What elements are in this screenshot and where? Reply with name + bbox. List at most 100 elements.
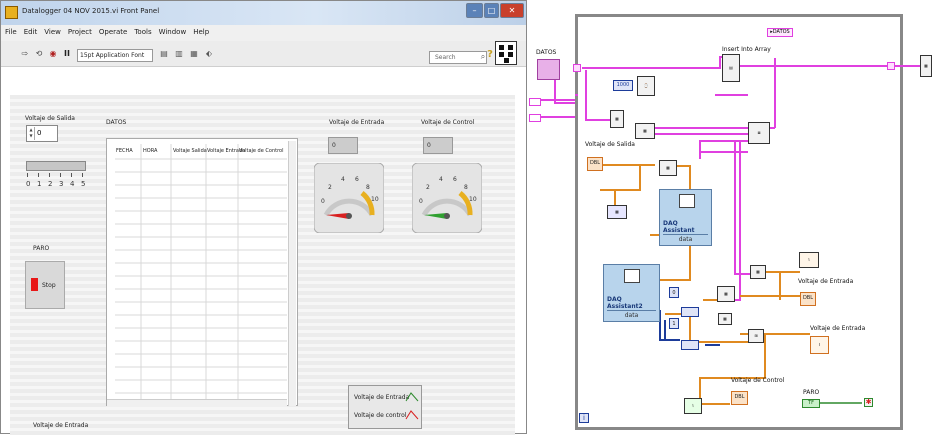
reorder-icon[interactable]: ⬖ — [203, 48, 215, 62]
resize-objects-icon[interactable]: ▦ — [188, 48, 200, 62]
voltaje-entrada-label: Voltaje de Entrada — [329, 119, 385, 126]
table-horizontal-scrollbar[interactable] — [107, 399, 287, 407]
index-array-2[interactable] — [681, 340, 699, 350]
voltaje-control-label: Voltaje de Control — [421, 119, 475, 126]
font-selector[interactable]: 15pt Application Font — [77, 49, 153, 62]
menu-bar: File Edit View Project Operate Tools Window Hel… — [1, 25, 526, 41]
menu-operate[interactable]: Operate — [95, 25, 130, 36]
constant-1000[interactable]: 1000 — [613, 80, 633, 91]
daq-assistant-2[interactable]: DAQ Assistant2 data — [603, 264, 660, 322]
number-to-string-4[interactable]: ▦ — [750, 265, 766, 279]
loop-condition-stop-icon[interactable]: ✱ — [864, 398, 873, 407]
front-panel-window: Datalogger 04 NOV 2015.vi Front Panel – … — [0, 0, 527, 435]
gauge-entrada-tick-8: 8 — [366, 184, 370, 191]
daq-assistant-1[interactable]: DAQ Assistant data — [659, 189, 712, 246]
datos-ref-node[interactable]: ▸DATOS — [767, 28, 793, 37]
number-to-string-2[interactable]: ▦ — [717, 286, 735, 302]
col-header-voltaje-control: Voltaje de Control — [239, 148, 284, 154]
help-icon[interactable]: ? — [486, 49, 494, 63]
date-time-node[interactable]: ▦ — [610, 110, 624, 128]
increment-decrement-arrows[interactable]: ▲ ▼ — [28, 127, 35, 140]
build-array-node[interactable]: ≣ — [748, 122, 770, 144]
datos-terminal[interactable] — [537, 59, 560, 80]
loop-iteration-terminal: i — [579, 413, 589, 423]
close-button[interactable]: ✕ — [500, 3, 524, 18]
menu-view[interactable]: View — [40, 25, 64, 36]
waveform-chart-icon[interactable]: ⌇ — [799, 252, 819, 268]
voltaje-salida-control[interactable]: ▲ ▼ 0 — [26, 125, 58, 142]
index-array-1[interactable] — [681, 307, 699, 317]
number-to-string-1[interactable]: ▦ — [659, 160, 677, 176]
voltaje-salida-terminal[interactable]: DBL — [587, 157, 603, 171]
stop-button[interactable]: Stop — [25, 261, 65, 309]
maximize-button[interactable]: □ — [484, 3, 499, 18]
datos-indicator[interactable]: ▦ — [920, 55, 932, 77]
col-header-hora: HORA — [143, 148, 158, 154]
format-date-node[interactable]: ▦ — [635, 123, 655, 139]
string-const-2[interactable] — [529, 114, 541, 122]
menu-help[interactable]: Help — [189, 25, 212, 36]
scale-node[interactable]: ▦ — [607, 205, 627, 219]
voltaje-salida-value[interactable]: 0 — [37, 129, 41, 137]
legend-plot-icon-control — [405, 410, 419, 420]
daq-assistant-2-icon — [624, 269, 640, 283]
bd-voltaje-entrada-label-1: Voltaje de Entrada — [798, 278, 854, 285]
gauge-control-tick-0: 0 — [419, 198, 423, 205]
menu-edit[interactable]: Edit — [20, 25, 41, 36]
insert-into-array-node[interactable]: ▤ — [722, 54, 740, 82]
string-const-1[interactable] — [529, 98, 541, 106]
bundle-node[interactable]: ⊞ — [748, 329, 764, 343]
voltaje-salida-label: Voltaje de Salida — [25, 115, 75, 122]
slider-tick-0: 0 — [26, 180, 31, 188]
plot-legend[interactable]: Voltaje de Entrada Voltaje de control — [348, 385, 422, 429]
shift-register-right[interactable] — [887, 62, 895, 70]
voltaje-entrada-terminal[interactable]: DBL — [800, 292, 816, 306]
gauge-entrada-tick-10: 10 — [371, 196, 379, 203]
voltaje-salida-slider[interactable] — [26, 161, 86, 171]
stop-led-indicator — [31, 278, 38, 291]
col-header-voltaje-salida: Voltaje Salida — [173, 148, 207, 154]
wait-ms-node[interactable]: ⌚ — [637, 76, 655, 96]
menu-window[interactable]: Window — [155, 25, 190, 36]
index-const-1[interactable]: 1 — [669, 318, 679, 329]
chart-terminal[interactable]: ⌇ — [810, 336, 829, 354]
paro-terminal[interactable]: TF — [802, 399, 820, 408]
table-vertical-scrollbar[interactable] — [288, 141, 296, 406]
number-to-string-3[interactable]: ▦ — [718, 313, 732, 325]
slider-tick-3: 3 — [59, 180, 64, 188]
paro-label: PARO — [33, 245, 50, 252]
legend-entry-entrada: Voltaje de Entrada — [354, 394, 410, 401]
index-const-0[interactable]: 0 — [669, 287, 679, 298]
menu-project[interactable]: Project — [64, 25, 95, 36]
daq-assistant-1-icon — [679, 194, 695, 208]
run-continuously-icon[interactable]: ⟲ — [33, 48, 45, 62]
stop-button-label: Stop — [42, 282, 56, 289]
shift-register-left[interactable] — [573, 64, 581, 72]
menu-file[interactable]: File — [1, 25, 20, 36]
labview-app-icon — [5, 6, 18, 19]
front-panel-titlebar: Datalogger 04 NOV 2015.vi Front Panel – … — [1, 1, 526, 25]
gauge-entrada-tick-4: 4 — [341, 176, 345, 183]
align-objects-icon[interactable]: ▤ — [158, 48, 170, 62]
legend-entry-control: Voltaje de control — [354, 412, 407, 419]
run-arrow-icon[interactable]: ⇨ — [19, 48, 31, 62]
datos-table[interactable]: FECHA HORA Voltaje Salida Voltaje Entrad… — [106, 138, 298, 406]
slider-tick-1: 1 — [37, 180, 42, 188]
scale-node-2[interactable]: ⌇ — [684, 398, 702, 414]
daq-assistant-2-title: DAQ Assistant2 — [607, 296, 643, 310]
voltaje-control-terminal[interactable]: DBL — [731, 391, 748, 405]
voltaje-entrada-numeric: 0 — [328, 137, 358, 154]
distribute-objects-icon[interactable]: ▥ — [173, 48, 185, 62]
slider-tick-5: 5 — [81, 180, 86, 188]
menu-tools[interactable]: Tools — [130, 25, 154, 36]
insert-into-array-label: Insert Into Array — [722, 46, 771, 53]
minimize-button[interactable]: – — [466, 3, 483, 18]
voltaje-control-numeric: 0 — [423, 137, 453, 154]
bd-voltaje-entrada-label-2: Voltaje de Entrada — [810, 325, 866, 332]
datos-label: DATOS — [106, 119, 127, 126]
pause-icon[interactable]: II — [61, 48, 73, 62]
connector-pane-icon[interactable] — [495, 41, 517, 65]
gauge-entrada-tick-2: 2 — [328, 184, 332, 191]
voltaje-control-gauge: 0 2 4 6 8 10 — [412, 163, 482, 233]
abort-icon[interactable]: ◉ — [47, 48, 59, 62]
